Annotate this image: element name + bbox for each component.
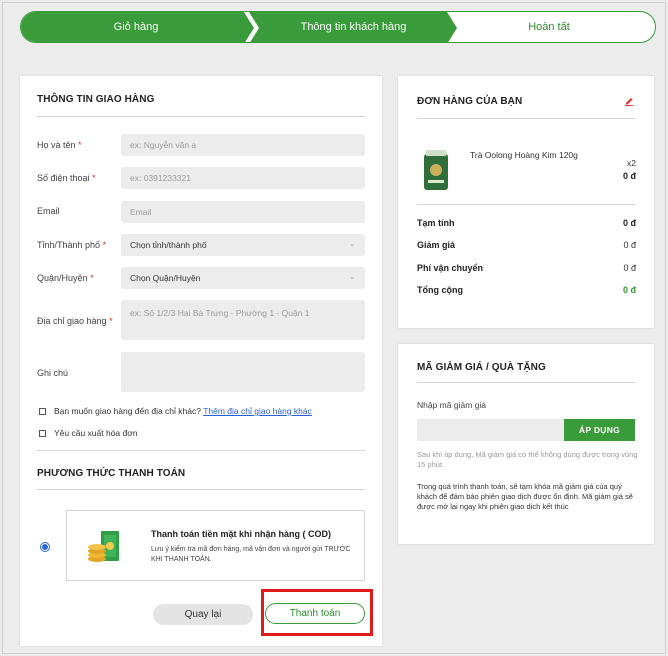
product-price: 0 đ [622,171,636,181]
discount-value: 0 đ [623,240,636,250]
address-label: Địa chỉ giao hàng * [37,316,113,326]
highlight-box [261,589,373,636]
shipping-fee-label: Phí vận chuyển [417,263,484,273]
product-name: Trà Oolong Hoàng Kim 120g [470,150,578,160]
divider [417,118,635,119]
coupon-info: Trong quá trình thanh toán, sẽ tạm khóa … [417,482,633,511]
apply-coupon-button[interactable]: ÁP DỤNG [564,419,635,441]
chevron-down-icon: ⌄ [349,241,355,248]
cod-title: Thanh toán tiền mặt khi nhận hàng ( COD) [151,529,331,539]
divider [37,450,365,451]
province-select[interactable]: Chọn tỉnh/thành phố ⌄ [121,234,365,256]
cod-option[interactable]: Thanh toán tiền mặt khi nhận hàng ( COD)… [66,510,365,581]
checkout-stepper: Giỏ hàng Thông tin khách hàng Hoàn tất [20,11,656,43]
province-value: Chọn tỉnh/thành phố [130,240,207,250]
divider [37,489,365,490]
chevron-down-icon: ⌄ [349,274,355,281]
step-customer-info[interactable]: Thông tin khách hàng [241,12,466,42]
email-label: Email [37,206,60,216]
shipping-title: THÔNG TIN GIAO HÀNG [37,94,155,105]
subtotal-value: 0 đ [622,218,636,228]
phone-label: Số điện thoại * [37,173,96,183]
step-cart[interactable]: Giỏ hàng [21,12,251,42]
coupon-input-label: Nhập mã giảm giá [417,400,486,410]
district-value: Chọn Quận/Huyện [130,273,201,283]
shipping-fee-value: 0 đ [623,263,636,273]
email-input[interactable]: Email [121,201,365,223]
other-address-checkbox[interactable] [39,408,46,415]
step-complete: Hoàn tất [528,21,570,33]
cod-description: Lưu ý kiểm tra mã đơn hàng, mã vận đơn v… [151,546,351,563]
phone-input[interactable]: ex: 0391233321 [121,167,365,189]
address-input[interactable]: ex: Số 1/2/3 Hai Bà Trưng - Phường 1 - Q… [121,300,365,340]
subtotal-label: Tạm tính [417,218,455,228]
province-label: Tỉnh/Thành phố * [37,240,107,250]
divider [417,204,635,205]
order-card: ĐƠN HÀNG CỦA BẠN Trà Oolong Hoàng Kim 12… [398,76,654,328]
district-label: Quận/Huyện * [37,273,94,283]
cod-radio[interactable] [41,543,49,551]
divider [417,382,635,383]
coupon-title: MÃ GIẢM GIÁ / QUÀ TẶNG [417,362,546,373]
other-address-label: Bạn muốn giao hàng đến địa chỉ khác? Thê… [54,406,312,416]
cash-icon [88,531,119,562]
product-qty: x2 [627,158,636,168]
back-button[interactable]: Quay lại [153,604,253,625]
divider [37,116,365,117]
coupon-input[interactable] [417,419,564,441]
note-label: Ghi chú [37,368,69,378]
invoice-label: Yêu cầu xuất hóa đơn [54,428,138,438]
district-select[interactable]: Chọn Quận/Huyện ⌄ [121,267,365,289]
add-address-link[interactable]: Thêm địa chỉ giao hàng khác [203,406,312,416]
payment-title: PHƯƠNG THỨC THANH TOÁN [37,468,186,479]
coupon-note: Sau khi áp dụng, Mã giảm giá có thể khôn… [417,450,638,469]
coupon-card: MÃ GIẢM GIÁ / QUÀ TẶNG Nhập mã giảm giá … [398,344,654,544]
shipping-card: THÔNG TIN GIAO HÀNG Họ và tên * ex: Nguy… [20,76,382,646]
total-value: 0 đ [622,285,636,295]
product-image [424,150,448,190]
invoice-checkbox[interactable] [39,430,46,437]
name-input[interactable]: ex: Nguyễn văn a [121,134,365,156]
discount-label: Giảm giá [417,240,456,250]
note-input[interactable] [121,352,365,392]
total-label: Tổng cộng [417,285,463,295]
pencil-icon[interactable] [624,96,634,106]
name-label: Họ và tên * [37,140,82,150]
order-title: ĐƠN HÀNG CỦA BẠN [417,96,523,107]
